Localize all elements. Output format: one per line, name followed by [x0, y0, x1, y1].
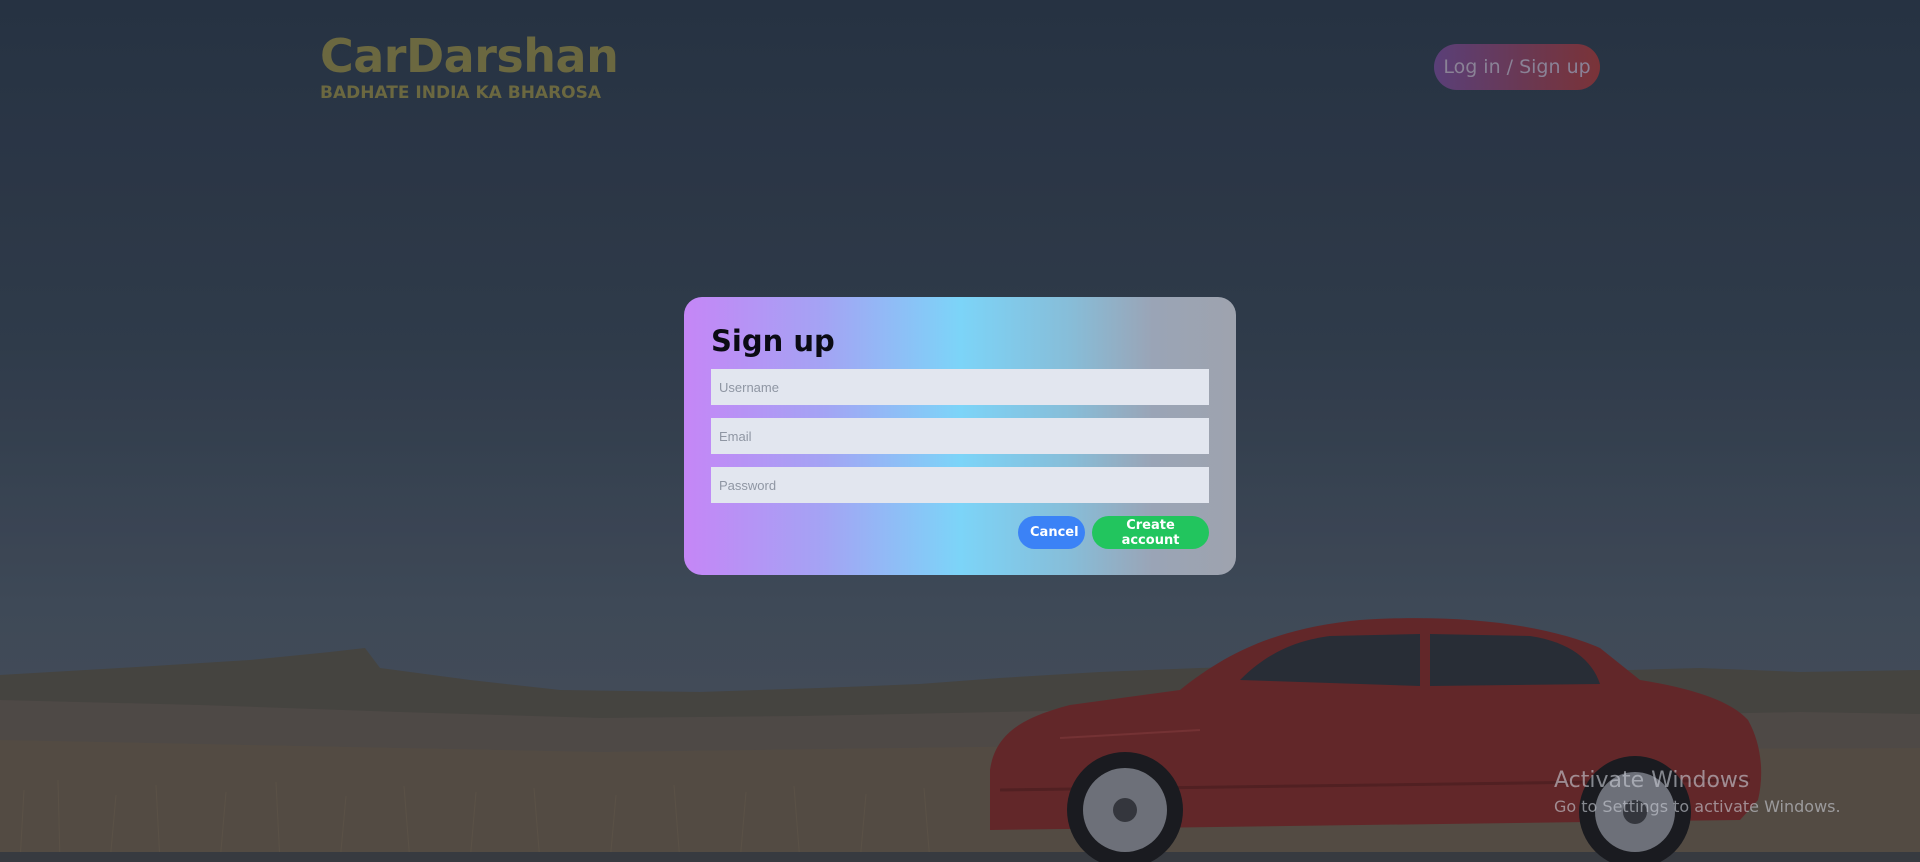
- watermark-title: Activate Windows: [1554, 768, 1750, 793]
- page: CarDarshan BADHATE INDIA KA BHAROSA Log …: [0, 0, 1920, 862]
- login-signup-button[interactable]: Log in / Sign up: [1434, 44, 1600, 90]
- brand: CarDarshan BADHATE INDIA KA BHAROSA: [320, 28, 619, 104]
- modal-actions: Cancel Create account: [711, 516, 1209, 549]
- modal-title: Sign up: [711, 324, 835, 358]
- password-input[interactable]: [711, 467, 1209, 503]
- brand-tagline: BADHATE INDIA KA BHAROSA: [320, 83, 602, 103]
- create-account-button[interactable]: Create account: [1092, 516, 1209, 549]
- username-input[interactable]: [711, 369, 1209, 405]
- brand-title: CarDarshan: [320, 29, 619, 83]
- email-input[interactable]: [711, 418, 1209, 454]
- watermark-subtitle: Go to Settings to activate Windows.: [1554, 797, 1841, 816]
- signup-modal: Sign up Cancel Create account: [684, 297, 1236, 575]
- cancel-button[interactable]: Cancel: [1018, 516, 1085, 549]
- activate-windows-watermark: Activate Windows Go to Settings to activ…: [1554, 766, 1841, 818]
